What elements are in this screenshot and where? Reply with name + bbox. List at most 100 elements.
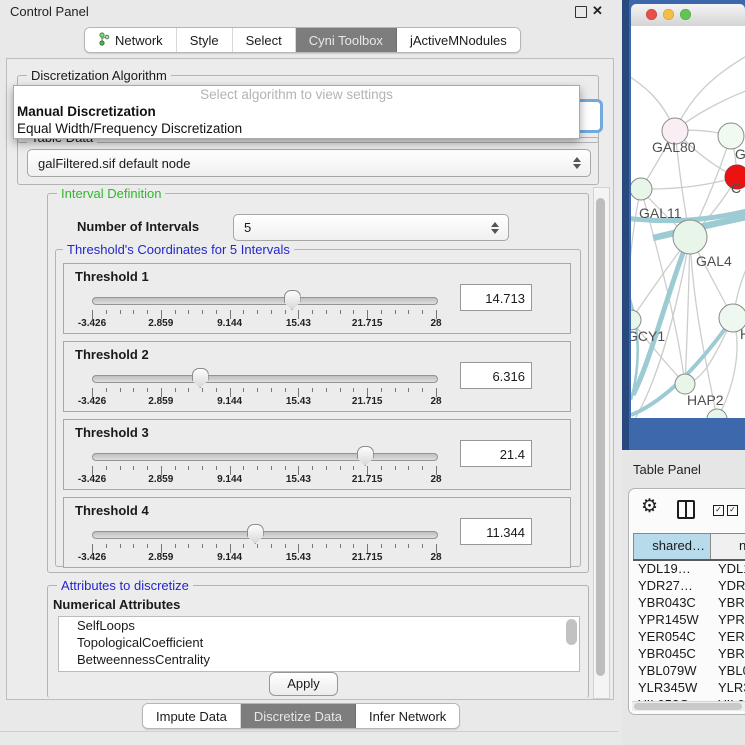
attribute-item-betweennesscentrality[interactable]: BetweennessCentrality — [59, 651, 579, 668]
tab-discretize-data[interactable]: Discretize Data — [241, 704, 356, 728]
threshold-label: Threshold 4 — [75, 503, 149, 518]
slider-thumb[interactable] — [284, 290, 301, 310]
cell-name: YLR3 — [711, 679, 745, 696]
attributes-group-title: Attributes to discretize — [57, 579, 193, 592]
algorithm-popup-options: Manual DiscretizationEqual Width/Frequen… — [14, 103, 579, 137]
table-row[interactable]: YLR345WYLR3 — [633, 679, 745, 696]
tab-network[interactable]: Network — [85, 28, 177, 52]
slider-track[interactable] — [92, 453, 438, 461]
node-label-ga: GA — [735, 146, 745, 162]
minimize-traffic-light-icon[interactable] — [663, 9, 674, 20]
zoom-traffic-light-icon[interactable] — [680, 9, 691, 20]
threshold-label: Threshold 1 — [75, 269, 149, 284]
content-scrollbar-thumb[interactable] — [596, 198, 605, 676]
cell-name: YBR0 — [711, 645, 745, 662]
bottom-tab-bar: Impute DataDiscretize Data Infer Network — [142, 703, 460, 729]
numerical-attributes-list: SelfLoopsTopologicalCoefficientBetweenne… — [58, 616, 580, 672]
apply-button[interactable]: Apply — [269, 672, 338, 696]
interval-definition-group-title: Interval Definition — [57, 187, 165, 200]
slider-thumb[interactable] — [192, 368, 209, 388]
float-window-icon[interactable] — [575, 6, 587, 18]
bottom-node[interactable] — [707, 409, 727, 418]
stepper-arrows-icon — [488, 222, 502, 234]
algorithm-popup-hint: Select algorithm to view settings — [14, 86, 579, 103]
tab-impute-data[interactable]: Impute Data — [143, 704, 241, 728]
tab-style[interactable]: Style — [177, 28, 233, 52]
algorithm-dropdown-popup: Select algorithm to view settings Manual… — [13, 85, 580, 139]
node-label-gcy1: GCY1 — [631, 328, 665, 344]
table-row[interactable]: YBR045CYBR0 — [633, 645, 745, 662]
column-header-shared[interactable]: shared… — [633, 534, 711, 559]
table-row[interactable]: YBR043CYBR0 — [633, 594, 745, 611]
column-header-name[interactable]: n — [711, 534, 745, 559]
discretization-algorithm-group-title: Discretization Algorithm — [27, 69, 171, 82]
checkbox-icon[interactable]: ✓ — [727, 505, 738, 516]
slider-track[interactable] — [92, 375, 438, 383]
cyni-toolbox-panel: Discretization Algorithm Table Data galF… — [6, 58, 614, 700]
cell-name: YBR0 — [711, 594, 745, 611]
table-row[interactable]: YDL19…YDL1 — [633, 560, 745, 577]
cell-name: YPR1 — [711, 611, 745, 628]
gal4-node[interactable] — [673, 220, 707, 254]
algorithm-option-equal-width-frequency-discretization[interactable]: Equal Width/Frequency Discretization — [14, 120, 579, 137]
tab-infer-network[interactable]: Infer Network — [356, 704, 459, 728]
node-label-h: H — [740, 326, 745, 342]
network-edge — [641, 177, 737, 189]
network-canvas[interactable]: GAL80GACGAL11GAL4GCY1HHAP2 — [631, 26, 745, 418]
table-panel-region: Table Panel ⚙ ✓ ✓ shared… n YDL19…YDL1YD… — [622, 450, 745, 745]
close-icon[interactable]: ✕ — [592, 3, 603, 19]
algorithm-option-manual-discretization[interactable]: Manual Discretization — [14, 103, 579, 120]
panel-bottom-divider — [0, 731, 618, 732]
cell-name: YBL0 — [711, 662, 745, 679]
table-row[interactable]: YER054CYER0 — [633, 628, 745, 645]
cell-shared-name: YBR043C — [633, 594, 711, 611]
horizontal-scrollbar-thumb[interactable] — [634, 703, 742, 710]
node-label-hap2: HAP2 — [687, 392, 724, 408]
attribute-item-selfloops[interactable]: SelfLoops — [59, 617, 579, 634]
checkbox-icon[interactable]: ✓ — [713, 505, 724, 516]
top-tab-bar: NetworkStyleSelect Cyni Toolbox jActiveMNo… — [84, 27, 521, 53]
list-scrollbar-thumb[interactable] — [566, 619, 577, 645]
slider-track[interactable] — [92, 531, 438, 539]
screenshot-root: Control Panel ✕ NetworkStyleSelectCyni T… — [0, 0, 745, 745]
slider-tick-labels: -3.4262.8599.14415.4321.71528 — [92, 552, 437, 564]
hap2-node[interactable] — [675, 374, 695, 394]
attribute-item-topologicalcoefficient[interactable]: TopologicalCoefficient — [59, 634, 579, 651]
table-row[interactable]: YDR27…YDR2 — [633, 577, 745, 594]
threshold-slider-list: Threshold 1 -3.4262.8599.14415.4321.71528… — [63, 263, 573, 575]
threshold-2-panel: Threshold 2-3.4262.8599.14415.4321.71528… — [63, 341, 571, 412]
node-label-gal11: GAL11 — [639, 205, 682, 221]
tab-cyni-toolbox[interactable]: Cyni Toolbox — [296, 28, 397, 52]
columns-icon[interactable] — [677, 500, 695, 519]
threshold-value-field[interactable]: 6.316 — [460, 362, 532, 389]
threshold-coordinates-group-title: Threshold's Coordinates for 5 Intervals — [63, 243, 294, 256]
cell-name: YER0 — [711, 628, 745, 645]
threshold-value-field[interactable]: 11.344 — [460, 518, 532, 545]
node-label-c: C — [731, 180, 741, 196]
gear-icon[interactable]: ⚙ — [641, 495, 658, 518]
tab-jactivemnodules[interactable]: jActiveMNodules — [397, 28, 520, 52]
cell-shared-name: YER054C — [633, 628, 711, 645]
slider-track[interactable] — [92, 297, 438, 305]
tab-label: Cyni Toolbox — [309, 33, 383, 48]
table-panel-title: Table Panel — [633, 462, 701, 477]
content-scrollbar-track[interactable] — [593, 187, 610, 699]
slider-tick-labels: -3.4262.8599.14415.4321.71528 — [92, 474, 437, 486]
number-of-intervals-combobox[interactable]: 5 — [233, 214, 509, 241]
threshold-label: Threshold 3 — [75, 425, 149, 440]
table-data-combobox[interactable]: galFiltered.sif default node — [27, 149, 591, 177]
slider-thumb[interactable] — [247, 524, 264, 544]
slider-thumb[interactable] — [357, 446, 374, 466]
threshold-value-field[interactable]: 14.713 — [460, 284, 532, 311]
node-label-gal80: GAL80 — [652, 139, 696, 155]
network-window-titlebar[interactable] — [631, 4, 745, 27]
table-row[interactable]: YBL079WYBL0 — [633, 662, 745, 679]
gal11-node[interactable] — [631, 178, 652, 200]
close-traffic-light-icon[interactable] — [646, 9, 657, 20]
table-row[interactable]: YPR145WYPR1 — [633, 611, 745, 628]
threshold-value-field[interactable]: 21.4 — [460, 440, 532, 467]
horizontal-scrollbar-track[interactable] — [632, 701, 745, 711]
tab-select[interactable]: Select — [233, 28, 296, 52]
gcy1-node[interactable] — [631, 310, 641, 330]
tab-label: Infer Network — [369, 709, 446, 724]
